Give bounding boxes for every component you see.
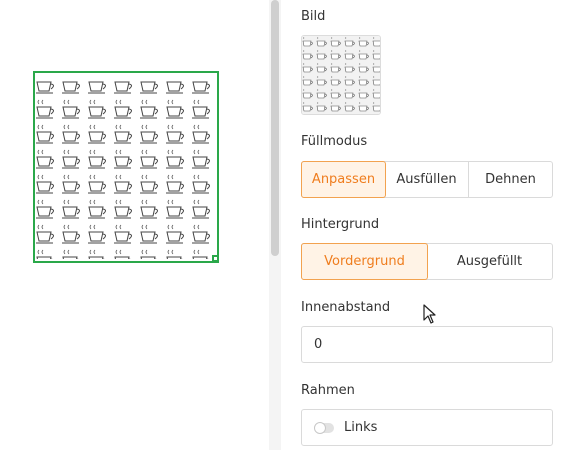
fill-mode-segmented-control: Anpassen Ausfüllen Dehnen [301,161,553,198]
fill-mode-label: Füllmodus [301,134,368,149]
image-thumbnail[interactable] [301,35,381,115]
fill-mode-option-stretch[interactable]: Dehnen [469,162,552,197]
toggle-knob [314,421,326,434]
padding-label: Innenabstand [301,300,391,315]
properties-panel: Bild Füllmodus Anpassen Ausfüllen Dehnen… [282,0,561,450]
mouse-pointer-icon [423,304,436,324]
border-label: Rahmen [301,383,355,398]
fill-mode-option-fill[interactable]: Ausfüllen [385,162,469,197]
coffee-cup-pattern [35,73,217,261]
border-left-label: Links [344,420,378,435]
border-left-toggle[interactable] [314,421,334,434]
scrollbar-thumb[interactable] [271,0,279,256]
background-segmented-control: Vordergrund Ausgefüllt [301,243,553,280]
background-label: Hintergrund [301,217,380,232]
canvas-area [0,0,268,450]
padding-input[interactable]: 0 [301,326,553,363]
fill-mode-option-fit[interactable]: Anpassen [301,161,386,198]
image-section-label: Bild [301,9,326,24]
coffee-cup-icon [302,36,380,114]
selected-image-element[interactable] [33,71,219,263]
background-option-foreground[interactable]: Vordergrund [301,243,428,280]
resize-handle[interactable] [212,255,219,262]
border-left-row: Links [301,409,553,446]
background-option-filled[interactable]: Ausgefüllt [427,244,552,279]
